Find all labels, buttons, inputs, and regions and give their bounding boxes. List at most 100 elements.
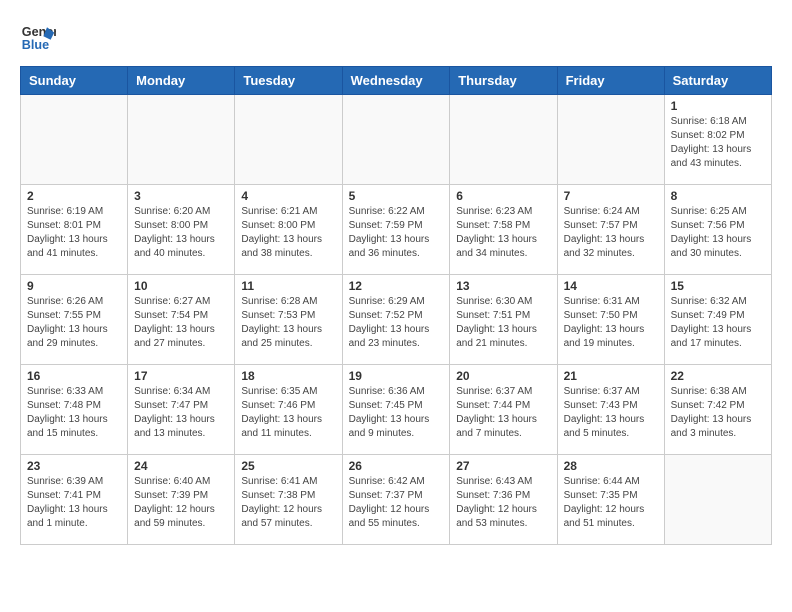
calendar-cell: 13 Sunrise: 6:30 AM Sunset: 7:51 PM Dayli… xyxy=(450,275,557,365)
calendar-cell: 26 Sunrise: 6:42 AM Sunset: 7:37 PM Dayli… xyxy=(342,455,450,545)
day-info: Sunrise: 6:19 AM Sunset: 8:01 PM Dayligh… xyxy=(27,205,121,261)
day-info: Sunrise: 6:43 AM Sunset: 7:36 PM Dayligh… xyxy=(456,475,550,531)
calendar-cell: 18 Sunrise: 6:35 AM Sunset: 7:46 PM Dayli… xyxy=(235,365,342,455)
calendar-header-row: SundayMondayTuesdayWednesdayThursdayFrid… xyxy=(21,67,772,95)
day-number: 11 xyxy=(241,279,335,293)
weekday-header: Monday xyxy=(128,67,235,95)
calendar-cell xyxy=(235,95,342,185)
day-info: Sunrise: 6:42 AM Sunset: 7:37 PM Dayligh… xyxy=(349,475,444,531)
day-info: Sunrise: 6:34 AM Sunset: 7:47 PM Dayligh… xyxy=(134,385,228,441)
calendar-week-row: 16Sunrise: 6:33 AM Sunset: 7:48 PM Dayli… xyxy=(21,365,772,455)
day-number: 8 xyxy=(671,189,765,203)
day-info: Sunrise: 6:37 AM Sunset: 7:44 PM Dayligh… xyxy=(456,385,550,441)
day-number: 12 xyxy=(349,279,444,293)
calendar-cell: 19 Sunrise: 6:36 AM Sunset: 7:45 PM Dayli… xyxy=(342,365,450,455)
calendar-cell xyxy=(664,455,771,545)
day-info: Sunrise: 6:44 AM Sunset: 7:35 PM Dayligh… xyxy=(564,475,658,531)
day-info: Sunrise: 6:40 AM Sunset: 7:39 PM Dayligh… xyxy=(134,475,228,531)
day-info: Sunrise: 6:38 AM Sunset: 7:42 PM Dayligh… xyxy=(671,385,765,441)
day-info: Sunrise: 6:28 AM Sunset: 7:53 PM Dayligh… xyxy=(241,295,335,351)
calendar-cell: 5Sunrise: 6:22 AM Sunset: 7:59 PM Daylig… xyxy=(342,185,450,275)
calendar-cell: 6 Sunrise: 6:23 AM Sunset: 7:58 PM Daylig… xyxy=(450,185,557,275)
calendar-cell: 10 Sunrise: 6:27 AM Sunset: 7:54 PM Dayli… xyxy=(128,275,235,365)
calendar-week-row: 1 Sunrise: 6:18 AM Sunset: 8:02 PM Daylig… xyxy=(21,95,772,185)
day-info: Sunrise: 6:27 AM Sunset: 7:54 PM Dayligh… xyxy=(134,295,228,351)
calendar-cell: 22 Sunrise: 6:38 AM Sunset: 7:42 PM Dayli… xyxy=(664,365,771,455)
day-number: 6 xyxy=(456,189,550,203)
calendar-cell xyxy=(21,95,128,185)
day-number: 18 xyxy=(241,369,335,383)
calendar-cell: 27 Sunrise: 6:43 AM Sunset: 7:36 PM Dayli… xyxy=(450,455,557,545)
calendar-cell: 7 Sunrise: 6:24 AM Sunset: 7:57 PM Daylig… xyxy=(557,185,664,275)
calendar-cell: 2 Sunrise: 6:19 AM Sunset: 8:01 PM Daylig… xyxy=(21,185,128,275)
weekday-header: Saturday xyxy=(664,67,771,95)
calendar-cell: 15 Sunrise: 6:32 AM Sunset: 7:49 PM Dayli… xyxy=(664,275,771,365)
svg-text:Blue: Blue xyxy=(22,38,49,52)
calendar-cell xyxy=(342,95,450,185)
calendar-cell: 17 Sunrise: 6:34 AM Sunset: 7:47 PM Dayli… xyxy=(128,365,235,455)
weekday-header: Wednesday xyxy=(342,67,450,95)
weekday-header: Sunday xyxy=(21,67,128,95)
day-info: Sunrise: 6:23 AM Sunset: 7:58 PM Dayligh… xyxy=(456,205,550,261)
day-number: 28 xyxy=(564,459,658,473)
day-info: Sunrise: 6:25 AM Sunset: 7:56 PM Dayligh… xyxy=(671,205,765,261)
day-number: 13 xyxy=(456,279,550,293)
calendar-cell: 1 Sunrise: 6:18 AM Sunset: 8:02 PM Daylig… xyxy=(664,95,771,185)
weekday-header: Tuesday xyxy=(235,67,342,95)
day-number: 2 xyxy=(27,189,121,203)
day-number: 22 xyxy=(671,369,765,383)
calendar-cell: 12 Sunrise: 6:29 AM Sunset: 7:52 PM Dayli… xyxy=(342,275,450,365)
day-number: 24 xyxy=(134,459,228,473)
weekday-header: Friday xyxy=(557,67,664,95)
day-info: Sunrise: 6:35 AM Sunset: 7:46 PM Dayligh… xyxy=(241,385,335,441)
day-number: 27 xyxy=(456,459,550,473)
day-number: 26 xyxy=(349,459,444,473)
calendar-cell: 25 Sunrise: 6:41 AM Sunset: 7:38 PM Dayli… xyxy=(235,455,342,545)
day-info: Sunrise: 6:24 AM Sunset: 7:57 PM Dayligh… xyxy=(564,205,658,261)
day-info: Sunrise: 6:21 AM Sunset: 8:00 PM Dayligh… xyxy=(241,205,335,261)
day-number: 16 xyxy=(27,369,121,383)
day-info: Sunrise: 6:37 AM Sunset: 7:43 PM Dayligh… xyxy=(564,385,658,441)
calendar-week-row: 9 Sunrise: 6:26 AM Sunset: 7:55 PM Daylig… xyxy=(21,275,772,365)
day-number: 1 xyxy=(671,99,765,113)
logo-icon: General Blue xyxy=(20,20,56,56)
day-info: Sunrise: 6:32 AM Sunset: 7:49 PM Dayligh… xyxy=(671,295,765,351)
day-info: Sunrise: 6:20 AM Sunset: 8:00 PM Dayligh… xyxy=(134,205,228,261)
day-number: 10 xyxy=(134,279,228,293)
day-number: 15 xyxy=(671,279,765,293)
day-number: 14 xyxy=(564,279,658,293)
calendar-cell: 16Sunrise: 6:33 AM Sunset: 7:48 PM Dayli… xyxy=(21,365,128,455)
day-number: 20 xyxy=(456,369,550,383)
day-info: Sunrise: 6:36 AM Sunset: 7:45 PM Dayligh… xyxy=(349,385,444,441)
calendar-cell: 3 Sunrise: 6:20 AM Sunset: 8:00 PM Daylig… xyxy=(128,185,235,275)
day-info: Sunrise: 6:29 AM Sunset: 7:52 PM Dayligh… xyxy=(349,295,444,351)
day-info: Sunrise: 6:41 AM Sunset: 7:38 PM Dayligh… xyxy=(241,475,335,531)
weekday-header: Thursday xyxy=(450,67,557,95)
calendar-week-row: 23 Sunrise: 6:39 AM Sunset: 7:41 PM Dayli… xyxy=(21,455,772,545)
day-info: Sunrise: 6:30 AM Sunset: 7:51 PM Dayligh… xyxy=(456,295,550,351)
day-number: 9 xyxy=(27,279,121,293)
day-number: 7 xyxy=(564,189,658,203)
calendar-cell: 14 Sunrise: 6:31 AM Sunset: 7:50 PM Dayli… xyxy=(557,275,664,365)
calendar-cell xyxy=(128,95,235,185)
day-info: Sunrise: 6:39 AM Sunset: 7:41 PM Dayligh… xyxy=(27,475,121,531)
calendar-cell: 20 Sunrise: 6:37 AM Sunset: 7:44 PM Dayli… xyxy=(450,365,557,455)
day-number: 23 xyxy=(27,459,121,473)
calendar-cell: 4 Sunrise: 6:21 AM Sunset: 8:00 PM Daylig… xyxy=(235,185,342,275)
calendar-cell: 9 Sunrise: 6:26 AM Sunset: 7:55 PM Daylig… xyxy=(21,275,128,365)
calendar-cell: 8 Sunrise: 6:25 AM Sunset: 7:56 PM Daylig… xyxy=(664,185,771,275)
day-number: 4 xyxy=(241,189,335,203)
calendar-cell: 23 Sunrise: 6:39 AM Sunset: 7:41 PM Dayli… xyxy=(21,455,128,545)
day-info: Sunrise: 6:26 AM Sunset: 7:55 PM Dayligh… xyxy=(27,295,121,351)
calendar-cell: 21Sunrise: 6:37 AM Sunset: 7:43 PM Dayli… xyxy=(557,365,664,455)
day-info: Sunrise: 6:31 AM Sunset: 7:50 PM Dayligh… xyxy=(564,295,658,351)
day-number: 25 xyxy=(241,459,335,473)
calendar-cell xyxy=(450,95,557,185)
calendar-week-row: 2 Sunrise: 6:19 AM Sunset: 8:01 PM Daylig… xyxy=(21,185,772,275)
day-info: Sunrise: 6:18 AM Sunset: 8:02 PM Dayligh… xyxy=(671,115,765,171)
day-number: 19 xyxy=(349,369,444,383)
calendar-table: SundayMondayTuesdayWednesdayThursdayFrid… xyxy=(20,66,772,545)
logo: General Blue xyxy=(20,20,56,56)
day-number: 17 xyxy=(134,369,228,383)
day-number: 3 xyxy=(134,189,228,203)
